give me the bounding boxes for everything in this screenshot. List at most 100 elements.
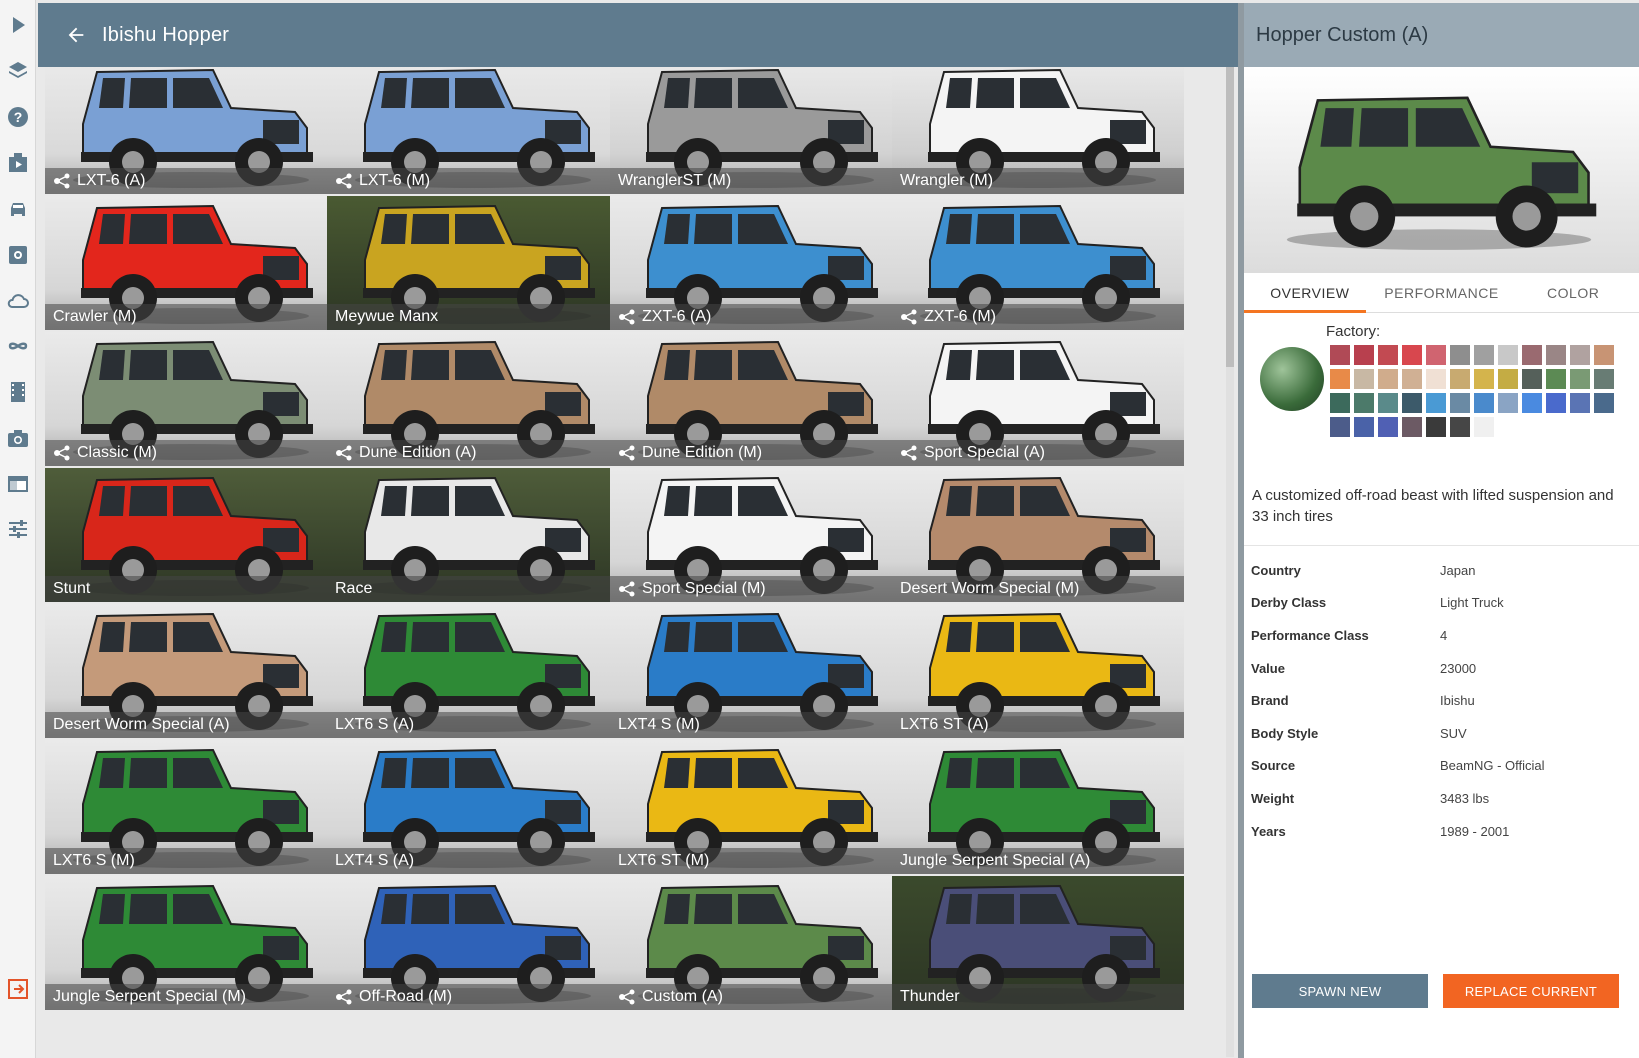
paint-swatch[interactable] <box>1594 345 1614 365</box>
paint-swatch[interactable] <box>1426 393 1446 413</box>
paint-swatch[interactable] <box>1402 369 1422 389</box>
paint-swatch[interactable] <box>1426 369 1446 389</box>
vehicle-config-tile[interactable]: Off-Road (M) <box>327 876 619 1010</box>
paint-swatch[interactable] <box>1354 369 1374 389</box>
paint-swatch[interactable] <box>1378 369 1398 389</box>
layout-icon[interactable] <box>4 470 32 498</box>
back-arrow-icon[interactable] <box>64 23 88 47</box>
vehicle-config-tile[interactable]: Wrangler (M) <box>892 67 1184 194</box>
paint-swatch[interactable] <box>1546 345 1566 365</box>
vehicle-config-tile[interactable]: LXT-6 (A) <box>45 67 337 194</box>
camera-icon[interactable] <box>4 424 32 452</box>
vehicle-config-tile[interactable]: Meywue Manx <box>327 196 619 330</box>
tile-label: LXT-6 (A) <box>77 172 146 189</box>
paint-swatch[interactable] <box>1426 417 1446 437</box>
vehicle-config-tile[interactable]: LXT6 S (M) <box>45 740 337 874</box>
help-icon[interactable]: ? <box>4 103 32 131</box>
parts-icon[interactable] <box>4 241 32 269</box>
car-icon[interactable] <box>4 195 32 223</box>
vehicle-config-tile[interactable]: LXT4 S (M) <box>610 604 902 738</box>
vehicle-config-tile[interactable]: Race <box>327 468 619 602</box>
scrollbar-thumb[interactable] <box>1226 67 1234 367</box>
paint-swatch[interactable] <box>1378 345 1398 365</box>
vehicle-config-tile[interactable]: Sport Special (A) <box>892 332 1184 466</box>
vehicle-config-tile[interactable]: Thunder <box>892 876 1184 1010</box>
linked-config-icon <box>619 445 635 461</box>
sliders-icon[interactable] <box>4 515 32 543</box>
vehicle-config-tile[interactable]: ZXT-6 (A) <box>610 196 902 330</box>
paint-swatch[interactable] <box>1426 345 1446 365</box>
vehicle-config-tile[interactable]: LXT6 ST (M) <box>610 740 902 874</box>
paint-swatch[interactable] <box>1474 393 1494 413</box>
play-icon[interactable] <box>4 11 32 39</box>
vehicle-config-tile[interactable]: Sport Special (M) <box>610 468 902 602</box>
paint-swatch[interactable] <box>1354 345 1374 365</box>
paint-swatch[interactable] <box>1378 417 1398 437</box>
vehicle-config-tile[interactable]: LXT-6 (M) <box>327 67 619 194</box>
paint-swatch[interactable] <box>1594 393 1614 413</box>
paint-swatch[interactable] <box>1402 393 1422 413</box>
paint-swatch[interactable] <box>1450 393 1470 413</box>
tab-color[interactable]: COLOR <box>1507 273 1639 312</box>
exit-icon[interactable] <box>4 975 32 1003</box>
paint-swatch[interactable] <box>1498 393 1518 413</box>
vehicle-config-tile[interactable]: LXT6 S (A) <box>327 604 619 738</box>
tile-caption: LXT6 S (A) <box>327 712 619 738</box>
paint-swatch[interactable] <box>1570 345 1590 365</box>
paint-swatch[interactable] <box>1330 345 1350 365</box>
tab-overview[interactable]: OVERVIEW <box>1244 273 1376 313</box>
paint-swatch[interactable] <box>1570 369 1590 389</box>
paint-swatch[interactable] <box>1546 369 1566 389</box>
paint-swatch[interactable] <box>1522 369 1542 389</box>
cloud-icon[interactable] <box>4 287 32 315</box>
paint-swatch[interactable] <box>1522 345 1542 365</box>
paint-swatch[interactable] <box>1450 369 1470 389</box>
linked-config-icon <box>336 989 352 1005</box>
scenario-icon[interactable] <box>4 149 32 177</box>
vehicle-config-tile[interactable]: Stunt <box>45 468 337 602</box>
paint-swatch[interactable] <box>1402 345 1422 365</box>
vehicle-config-tile[interactable]: LXT6 ST (A) <box>892 604 1184 738</box>
current-paint-orb[interactable] <box>1260 347 1324 411</box>
vehicle-config-tile[interactable]: WranglerST (M) <box>610 67 902 194</box>
tile-label: Meywue Manx <box>335 308 439 325</box>
paint-swatch[interactable] <box>1402 417 1422 437</box>
vehicle-config-tile[interactable]: Classic (M) <box>45 332 337 466</box>
paint-swatch[interactable] <box>1498 369 1518 389</box>
layers-icon[interactable] <box>4 57 32 85</box>
vehicle-config-tile[interactable]: Jungle Serpent Special (A) <box>892 740 1184 874</box>
paint-swatch[interactable] <box>1546 393 1566 413</box>
vehicle-config-tile[interactable]: Dune Edition (A) <box>327 332 619 466</box>
paint-swatch[interactable] <box>1474 369 1494 389</box>
spawn-new-button[interactable]: SPAWN NEW <box>1252 974 1428 1008</box>
paint-swatch[interactable] <box>1450 345 1470 365</box>
film-icon[interactable] <box>4 378 32 406</box>
paint-swatch[interactable] <box>1570 393 1590 413</box>
vehicle-config-tile[interactable]: LXT4 S (A) <box>327 740 619 874</box>
vehicle-config-tile[interactable]: Dune Edition (M) <box>610 332 902 466</box>
paint-swatch[interactable] <box>1378 393 1398 413</box>
tile-caption: WranglerST (M) <box>610 168 902 194</box>
vehicle-config-tile[interactable]: Desert Worm Special (M) <box>892 468 1184 602</box>
tab-performance[interactable]: PERFORMANCE <box>1376 273 1508 312</box>
paint-swatch[interactable] <box>1498 345 1518 365</box>
tile-label: Stunt <box>53 580 91 597</box>
paint-swatch[interactable] <box>1330 417 1350 437</box>
paint-swatch[interactable] <box>1522 393 1542 413</box>
grid-scrollbar[interactable] <box>1226 67 1234 1057</box>
replace-current-button[interactable]: REPLACE CURRENT <box>1443 974 1619 1008</box>
infinity-icon[interactable] <box>4 332 32 360</box>
paint-swatch[interactable] <box>1594 369 1614 389</box>
paint-swatch[interactable] <box>1450 417 1470 437</box>
paint-swatch[interactable] <box>1474 417 1494 437</box>
paint-swatch[interactable] <box>1330 393 1350 413</box>
vehicle-config-tile[interactable]: Jungle Serpent Special (M) <box>45 876 337 1010</box>
paint-swatch[interactable] <box>1354 417 1374 437</box>
vehicle-config-tile[interactable]: Custom (A) <box>610 876 902 1010</box>
paint-swatch[interactable] <box>1354 393 1374 413</box>
paint-swatch[interactable] <box>1474 345 1494 365</box>
vehicle-config-tile[interactable]: ZXT-6 (M) <box>892 196 1184 330</box>
vehicle-config-tile[interactable]: Desert Worm Special (A) <box>45 604 337 738</box>
vehicle-config-tile[interactable]: Crawler (M) <box>45 196 337 330</box>
paint-swatch[interactable] <box>1330 369 1350 389</box>
